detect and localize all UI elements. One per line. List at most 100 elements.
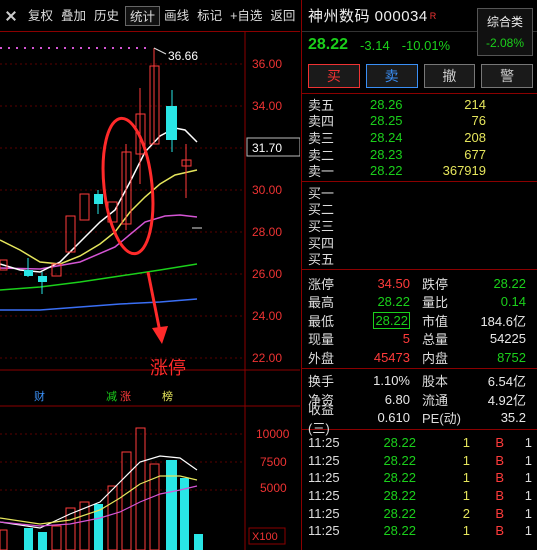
add-watchlist-button[interactable]: +自选 [226,6,266,26]
last-price: 28.22 [308,36,349,53]
stat-label: 现量 [308,332,335,348]
ask-row: 卖二 28.23 677 [302,146,537,163]
stat-value: 0.610 [377,410,410,426]
tool-stats-button[interactable]: 统计 [125,5,161,26]
tick-volume: 1 [462,523,470,539]
tool-overlay-button[interactable]: 叠加 [57,6,90,26]
volume-unit-label: X100 [252,531,278,543]
tick-volume: 1 [462,470,470,486]
tick-count: 1 [524,488,532,504]
order-book: 卖五 28.26 214 卖四 28.25 76 卖三 28.24 208 卖二 28.23 6… [302,94,537,267]
bid-label: 买五 [308,252,335,268]
stat-label: 流通 [422,392,449,408]
tick-volume: 1 [462,488,470,504]
ask-row: 卖四 28.25 76 [302,113,537,129]
candlesticks [0,48,202,294]
price-axis-label: 28.00 [252,225,282,239]
tick-price: 28.22 [383,435,416,451]
ask-price: 28.26 [370,96,403,112]
stat-label: 收益(三) [308,401,335,436]
price-change: -3.14 [360,37,390,53]
bid-row: 买一 [302,184,537,201]
ask-volume: 367919 [442,163,486,179]
sector-box[interactable]: 综合类 -2.08% [477,8,533,56]
bid-row: 买四 [302,234,537,251]
ask-volume: 208 [464,129,486,145]
event-marker-reduce[interactable]: 减 [106,390,117,403]
tick-time: 11:25 [308,505,340,521]
stat-value: 4.92亿 [487,392,526,408]
stat-label: 涨停 [308,276,335,292]
price-axis-label: 36.00 [252,57,282,71]
ask-row: 卖三 28.24 208 [302,129,537,146]
tool-draw-button[interactable]: 画线 [160,6,193,26]
stats-row: 现量 5 总量 54225 [302,329,537,348]
sector-name: 综合类 [486,15,523,29]
stat-label: 最高 [308,295,335,311]
stat-value: 5 [402,331,410,347]
ask-volume: 677 [464,146,486,162]
ask-volume: 76 [471,113,486,129]
event-marker-limit[interactable]: 涨 [120,390,131,403]
volume-axis-label: 10000 [256,427,290,441]
tick-side: B [495,435,504,451]
price-axis-label: 30.00 [252,183,282,197]
tool-fuquan-button[interactable]: 复权 [24,6,57,26]
buy-button[interactable]: 买 [308,64,360,88]
alert-button[interactable]: 警 [481,64,533,88]
stat-value: 34.50 [377,275,410,291]
high-price-label: 36.66 [168,49,198,63]
tick-side: B [495,488,504,504]
stat-value: 54225 [489,331,526,347]
bid-row: 买五 [302,250,537,267]
stats-row: 最低 28.22 市值 184.6亿 [302,311,537,330]
stats-row: 换手 1.10% 股本 6.54亿 [302,371,537,390]
tick-side: B [495,505,504,521]
sector-change: -2.08% [485,36,525,50]
stats-row: 最高 28.22 量比 0.14 [302,292,537,311]
tick-row: 11:25 28.22 2 B 1 [302,504,537,522]
tick-list[interactable]: 11:25 28.22 1 B 1 11:25 28.22 1 B 1 11:25 28.22 1 B 1 1… [302,432,537,540]
sell-button[interactable]: 卖 [365,64,418,88]
price-axis-label: 26.00 [252,267,282,281]
stat-value: 6.80 [384,391,410,407]
stat-label: 内盘 [422,350,449,366]
chart-toolbar: 复权 叠加 历史 统计 画线 标记 +自选 返回 [0,0,300,32]
chart-area[interactable]: 36.00 34.00 30.00 28.00 26.00 24.00 22.0… [0,32,301,550]
price-change-pct: -10.01% [401,37,451,53]
tick-price: 28.22 [383,452,416,468]
tick-price: 28.22 [383,470,416,486]
volume-bars [0,427,203,550]
tick-row: 11:25 28.22 1 B 1 [302,522,537,540]
stats-table: 涨停 34.50 跌停 28.22 最高 28.22 量比 0.14 最低 28.22 市值 184.… [302,272,537,436]
stat-label: 总量 [422,332,449,348]
event-marker-fin[interactable]: 财 [34,389,45,403]
tick-price: 28.22 [383,523,416,539]
tick-side: B [495,523,504,539]
stat-value: 28.22 [493,275,526,291]
tick-count: 1 [524,523,532,539]
cancel-order-button[interactable]: 撤 [423,64,476,88]
price-axis-label: 24.00 [252,309,282,323]
ask-price: 28.22 [370,163,403,179]
stats-row: 外盘 45473 内盘 8752 [302,348,537,367]
tick-side: B [495,470,504,486]
tick-count: 1 [524,452,532,468]
tool-history-button[interactable]: 历史 [90,6,123,26]
kline-chart[interactable]: 36.00 34.00 30.00 28.00 26.00 24.00 22.0… [0,32,301,550]
stat-value: 1.10% [373,373,410,389]
ask-row: 卖五 28.26 214 [302,96,537,113]
stats-row: 涨停 34.50 跌停 28.22 [302,274,537,293]
stat-value: 35.2 [500,410,526,426]
current-price-label: 31.70 [252,141,282,155]
stat-label: 换手 [308,374,335,390]
back-button[interactable]: 返回 [266,6,299,26]
stat-label: PE(动) [422,411,462,427]
stat-value: 6.54亿 [487,374,526,390]
close-icon[interactable] [4,9,18,23]
margin-badge: R [429,10,437,21]
event-marker-list[interactable]: 榜 [162,389,173,403]
tool-mark-button[interactable]: 标记 [193,6,226,26]
bid-row: 买二 [302,201,537,217]
price-axis-label: 34.00 [252,99,282,113]
